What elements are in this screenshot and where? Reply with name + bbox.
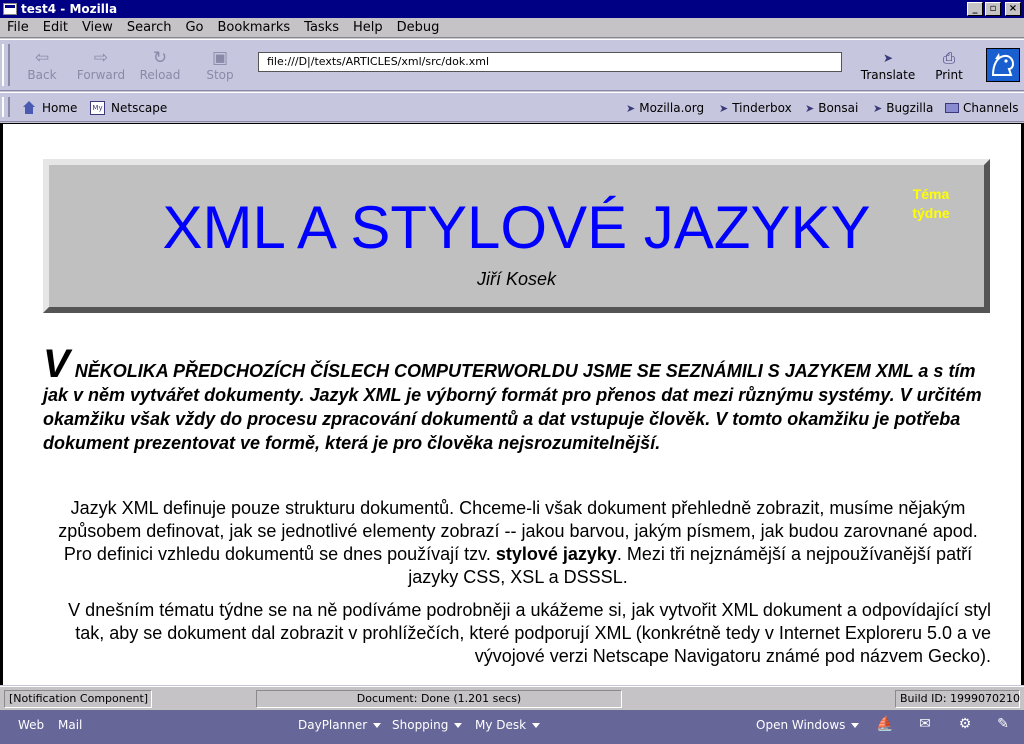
- taskbar-dayplanner[interactable]: DayPlanner: [298, 718, 382, 732]
- mozilla-logo-icon[interactable]: [986, 48, 1020, 82]
- tinderbox-label: Tinderbox: [732, 101, 792, 115]
- taskbar-web[interactable]: Web: [18, 718, 44, 732]
- build-id: Build ID: 1999070210: [895, 690, 1020, 708]
- minimize-button[interactable]: _: [967, 2, 983, 16]
- lead-paragraph: V několika předchozích číslech Computerw…: [43, 344, 993, 455]
- taskbar-shopping[interactable]: Shopping: [392, 718, 463, 732]
- taskbar-mydesk[interactable]: My Desk: [475, 718, 541, 732]
- window-icon[interactable]: [3, 3, 17, 15]
- folder-icon: [945, 103, 959, 113]
- dayplanner-label: DayPlanner: [298, 718, 368, 732]
- home-link[interactable]: Home: [22, 101, 77, 115]
- translate-button[interactable]: ➤ Translate: [858, 48, 918, 88]
- url-input[interactable]: file:///D|/texts/ARTICLES/xml/src/dok.xm…: [258, 52, 842, 72]
- navigation-toolbar: ⇦ Back ⇨ Forward ↻ Reload ▣ Stop file://…: [0, 39, 1024, 91]
- back-label: Back: [27, 68, 57, 82]
- bookmark-arrow-icon: ➤: [873, 101, 883, 115]
- stop-button[interactable]: ▣ Stop: [192, 48, 248, 88]
- close-button[interactable]: ×: [1005, 2, 1021, 16]
- page-content[interactable]: XML A STYLOVÉ JAZYKY Jiří Kosek Téma týd…: [0, 123, 1024, 685]
- menu-tasks[interactable]: Tasks: [297, 20, 346, 35]
- forward-label: Forward: [76, 68, 126, 82]
- task-bar: Web Mail DayPlanner Shopping My Desk Ope…: [0, 710, 1024, 744]
- window-title: test4 - Mozilla: [21, 2, 118, 16]
- lead-caps: několika předchozích číslech Computerwor…: [69, 361, 871, 381]
- print-button[interactable]: ⎙ Print: [922, 48, 976, 88]
- taskbar-open-windows[interactable]: Open Windows: [756, 718, 860, 732]
- bookmark-arrow-icon: ➤: [626, 101, 636, 115]
- bookmark-arrow-icon: ➤: [719, 101, 729, 115]
- topic-tag-line2: týdne: [912, 205, 950, 221]
- mozilla-org-link[interactable]: ➤ Mozilla.org: [626, 101, 704, 115]
- chevron-down-icon: [532, 723, 541, 728]
- document-status: Document: Done (1.201 secs): [256, 690, 622, 708]
- topic-tag: Téma týdne: [896, 185, 966, 223]
- taskbar-mail[interactable]: Mail: [58, 718, 82, 732]
- menu-bookmarks[interactable]: Bookmarks: [211, 20, 298, 35]
- bonsai-label: Bonsai: [818, 101, 859, 115]
- bookmark-arrow-icon: ➤: [805, 101, 815, 115]
- print-label: Print: [935, 68, 963, 82]
- stop-label: Stop: [206, 68, 234, 82]
- forward-arrow-icon: ⇨: [93, 48, 109, 68]
- reload-icon: ↻: [152, 48, 168, 68]
- toolbar-grip[interactable]: [2, 44, 10, 86]
- composer-icon[interactable]: ⚙: [956, 716, 974, 732]
- menu-file[interactable]: File: [0, 20, 36, 35]
- topic-tag-line1: Téma: [912, 186, 950, 202]
- chevron-down-icon: [373, 723, 382, 728]
- mail-icon[interactable]: ✉: [916, 716, 934, 732]
- shopping-label: Shopping: [392, 718, 449, 732]
- article-title: XML A STYLOVÉ JAZYKY: [162, 194, 871, 261]
- bugzilla-label: Bugzilla: [886, 101, 934, 115]
- menu-bar: File Edit View Search Go Bookmarks Tasks…: [0, 18, 1024, 38]
- back-button[interactable]: ⇦ Back: [14, 48, 70, 88]
- back-arrow-icon: ⇦: [34, 48, 50, 68]
- translate-arrow-icon: ➤: [882, 51, 894, 65]
- article-banner: XML A STYLOVÉ JAZYKY Jiří Kosek Téma týd…: [43, 159, 990, 313]
- notification-component[interactable]: [Notification Component]: [4, 690, 152, 708]
- reload-label: Reload: [139, 68, 181, 82]
- open-windows-label: Open Windows: [756, 718, 846, 732]
- title-bar: test4 - Mozilla _ ▫ ×: [0, 0, 1024, 18]
- article-author: Jiří Kosek: [476, 269, 557, 289]
- home-icon: [22, 101, 36, 115]
- chevron-down-icon: [454, 723, 463, 728]
- menu-edit[interactable]: Edit: [36, 20, 75, 35]
- paragraph-1: Jazyk XML definuje pouze strukturu dokum…: [43, 497, 993, 589]
- menu-help[interactable]: Help: [346, 20, 390, 35]
- reload-button[interactable]: ↻ Reload: [132, 48, 188, 88]
- mozilla-org-label: Mozilla.org: [639, 101, 705, 115]
- maximize-button[interactable]: ▫: [985, 2, 1001, 16]
- printer-icon: ⎙: [942, 49, 955, 67]
- bonsai-link[interactable]: ➤ Bonsai: [805, 101, 858, 115]
- translate-label: Translate: [860, 68, 916, 82]
- personal-toolbar: Home My Netscape ➤ Mozilla.org ➤ Tinderb…: [0, 92, 1024, 122]
- paragraph-1-bold: stylové jazyky: [495, 544, 617, 564]
- status-bar: [Notification Component] Document: Done …: [0, 686, 1024, 710]
- netscape-link[interactable]: My Netscape: [90, 101, 167, 115]
- bugzilla-link[interactable]: ➤ Bugzilla: [873, 101, 933, 115]
- drop-cap: V: [43, 342, 70, 386]
- forward-button[interactable]: ⇨ Forward: [73, 48, 129, 88]
- menu-go[interactable]: Go: [178, 20, 210, 35]
- my-netscape-icon: My: [90, 101, 105, 115]
- menu-view[interactable]: View: [75, 20, 120, 35]
- menu-debug[interactable]: Debug: [390, 20, 447, 35]
- navigator-icon[interactable]: ⛵: [876, 716, 894, 732]
- tinderbox-link[interactable]: ➤ Tinderbox: [719, 101, 792, 115]
- edit-pencil-icon[interactable]: ✎: [994, 716, 1012, 732]
- mydesk-label: My Desk: [475, 718, 527, 732]
- chevron-down-icon: [851, 723, 860, 728]
- stop-icon: ▣: [211, 48, 229, 68]
- channels-label: Channels: [963, 101, 1019, 115]
- channels-link[interactable]: Channels: [945, 101, 1019, 115]
- paragraph-2: V dnešním tématu týdne se na ně podíváme…: [68, 600, 991, 666]
- home-label: Home: [42, 101, 78, 115]
- menu-search[interactable]: Search: [120, 20, 179, 35]
- personal-toolbar-grip[interactable]: [2, 97, 10, 117]
- netscape-label: Netscape: [111, 101, 168, 115]
